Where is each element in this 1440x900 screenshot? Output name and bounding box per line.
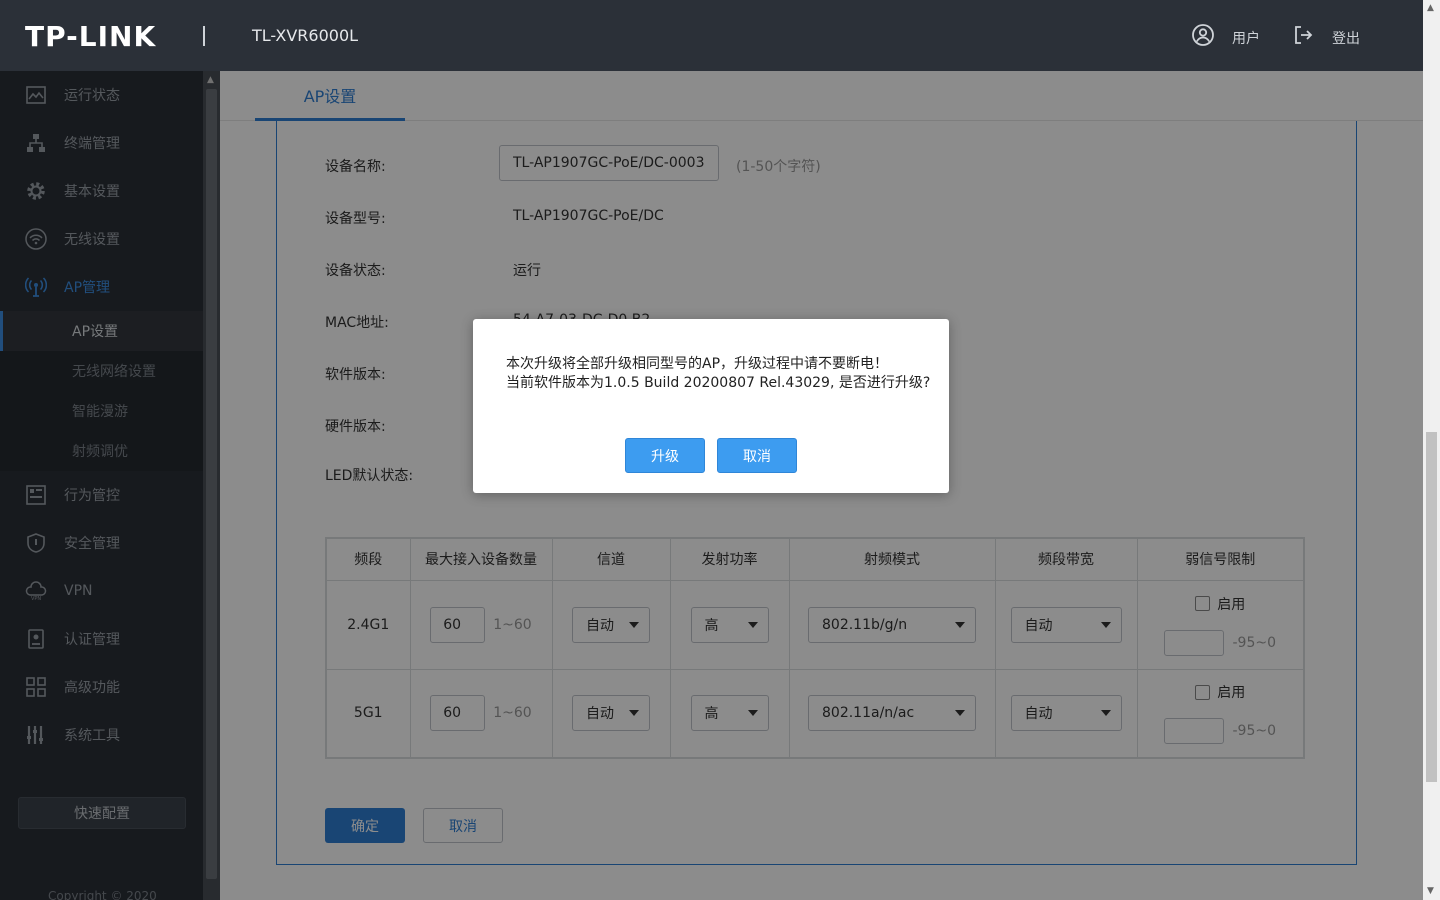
dialog-cancel-button[interactable]: 取消 [717, 438, 797, 473]
dialog-message-line1: 本次升级将全部升级相同型号的AP，升级过程中请不要断电！ [506, 356, 889, 372]
top-header: TP-LINK TL-XVR6000L 用户 登出 [0, 0, 1423, 71]
logout-icon[interactable] [1292, 24, 1314, 46]
upgrade-confirm-dialog: 本次升级将全部升级相同型号的AP，升级过程中请不要断电！ 当前软件版本为1.0.… [473, 319, 949, 493]
upgrade-button[interactable]: 升级 [625, 438, 705, 473]
header-divider [203, 26, 205, 46]
user-link[interactable]: 用户 [1232, 28, 1260, 48]
tp-link-logo: TP-LINK [25, 20, 157, 53]
logout-link[interactable]: 登出 [1332, 28, 1360, 48]
scroll-up-icon[interactable]: ▲ [1427, 3, 1434, 13]
device-model-title: TL-XVR6000L [252, 26, 359, 45]
dialog-message-line2: 当前软件版本为1.0.5 Build 20200807 Rel.43029, 是… [506, 375, 931, 391]
page-scrollbar[interactable]: ▲ ▼ [1423, 0, 1440, 900]
scroll-down-icon[interactable]: ▼ [1427, 886, 1434, 896]
page-scroll-thumb[interactable] [1426, 432, 1437, 782]
user-icon[interactable] [1192, 24, 1214, 46]
